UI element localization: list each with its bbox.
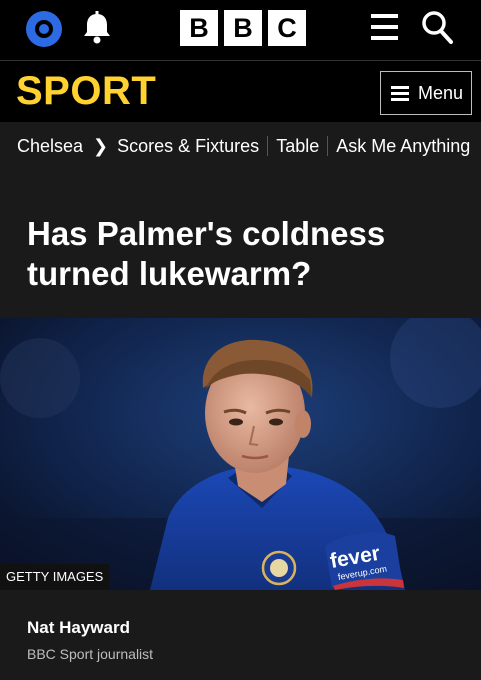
bell-icon[interactable] <box>80 10 114 46</box>
bbc-logo-letter: C <box>268 10 306 46</box>
bbc-logo-letter: B <box>180 10 218 46</box>
search-icon[interactable] <box>421 10 453 44</box>
hamburger-icon[interactable] <box>371 14 398 40</box>
bbc-top-bar: B B C <box>0 0 481 60</box>
breadcrumb: Chelsea ❯ Scores & Fixtures Table Ask Me… <box>0 122 481 170</box>
menu-icon <box>391 86 409 101</box>
account-icon[interactable] <box>26 11 62 47</box>
breadcrumb-item-chelsea[interactable]: Chelsea <box>17 136 83 157</box>
breadcrumb-item-table[interactable]: Table <box>276 136 319 157</box>
article-headline: Has Palmer's coldness turned lukewarm? <box>27 215 386 292</box>
article-hero-image: fever feverup.com GETTY IMAGES <box>0 318 481 590</box>
bbc-logo[interactable]: B B C <box>180 10 306 46</box>
sport-title[interactable]: SPORT <box>16 69 156 114</box>
menu-button[interactable]: Menu <box>380 71 472 115</box>
player-photo: fever feverup.com <box>0 318 481 590</box>
divider <box>327 136 329 156</box>
image-credit: GETTY IMAGES <box>0 564 110 590</box>
menu-label: Menu <box>418 82 464 103</box>
sport-nav-bar: SPORT Menu <box>0 60 481 122</box>
author-name[interactable]: Nat Hayward <box>27 618 130 638</box>
bbc-logo-letter: B <box>224 10 262 46</box>
breadcrumb-item-scores-fixtures[interactable]: Scores & Fixtures <box>117 136 259 157</box>
author-role: BBC Sport journalist <box>27 646 154 662</box>
divider <box>267 136 269 156</box>
chevron-right-icon: ❯ <box>93 135 109 156</box>
breadcrumb-item-ask-me-anything[interactable]: Ask Me Anything <box>336 136 470 157</box>
